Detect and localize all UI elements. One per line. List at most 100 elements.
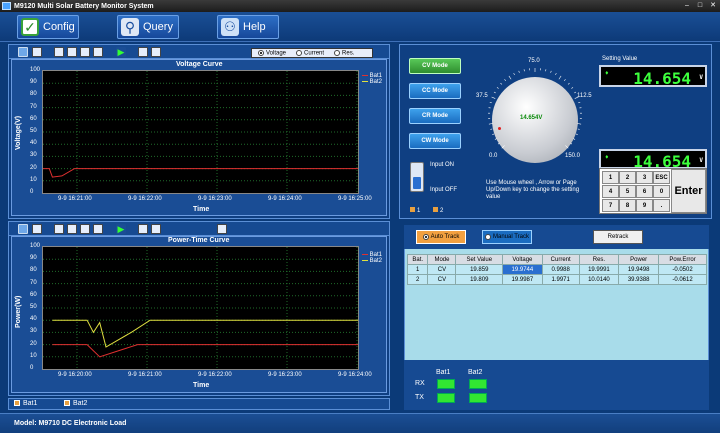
table-cell: 1 bbox=[406, 264, 429, 275]
y-tick-label: 40 bbox=[30, 140, 37, 147]
close-icon[interactable]: ✕ bbox=[708, 1, 718, 10]
voltage-plot-svg bbox=[43, 71, 358, 193]
rx-label: RX bbox=[415, 380, 425, 387]
keypad-key[interactable]: 9 bbox=[636, 199, 653, 212]
user-help-icon: ⚇ bbox=[221, 18, 239, 36]
table-header: Pow.Error bbox=[658, 254, 707, 265]
help-label: Help bbox=[243, 21, 266, 33]
comm-bat1-label: Bat1 bbox=[436, 369, 451, 376]
retrack-button[interactable]: Retrack bbox=[593, 230, 643, 244]
voltage-radio[interactable]: Voltage bbox=[258, 49, 286, 56]
bat1-tab[interactable]: Bat1 bbox=[14, 400, 37, 407]
zoom-x-icon[interactable] bbox=[67, 47, 77, 57]
cc-mode-button[interactable]: CC Mode bbox=[409, 83, 461, 99]
help-button[interactable]: ⚇ Help bbox=[217, 15, 279, 39]
keypad-key[interactable]: 3 bbox=[636, 171, 653, 184]
maximize-icon[interactable]: □ bbox=[695, 1, 705, 10]
table-cell: -0.0612 bbox=[658, 274, 707, 285]
zoom-out-icon[interactable] bbox=[93, 47, 103, 57]
zoom-out-icon[interactable] bbox=[93, 224, 103, 234]
comm-bat2-label: Bat2 bbox=[468, 369, 483, 376]
print-icon[interactable] bbox=[138, 224, 148, 234]
dial-tick bbox=[577, 123, 582, 125]
y-tick-label: 0 bbox=[30, 189, 34, 195]
save-icon[interactable] bbox=[151, 224, 161, 234]
x-tick-label: 9-9 16:20:00 bbox=[58, 372, 92, 378]
enter-key[interactable]: Enter bbox=[671, 169, 706, 213]
table-header: Bat. bbox=[406, 254, 429, 265]
fit-icon[interactable] bbox=[217, 224, 227, 234]
query-button[interactable]: ⚲ Query bbox=[117, 15, 179, 39]
query-label: Query bbox=[143, 21, 173, 33]
y-tick-label: 90 bbox=[30, 255, 37, 262]
fit-icon[interactable] bbox=[32, 47, 42, 57]
x-tick-label: 9-9 16:25:00 bbox=[338, 196, 372, 202]
minimize-icon[interactable]: – bbox=[682, 1, 692, 10]
cv-mode-button[interactable]: CV Mode bbox=[409, 58, 461, 74]
channel-1[interactable]: 1 bbox=[410, 207, 420, 214]
dial-scale-37: 37.5 bbox=[476, 93, 488, 99]
bat2-tab[interactable]: Bat2 bbox=[64, 400, 87, 407]
keypad-key[interactable]: 7 bbox=[602, 199, 619, 212]
keypad-key[interactable]: 4 bbox=[602, 185, 619, 198]
zoom-y-icon[interactable] bbox=[80, 224, 90, 234]
play-icon[interactable]: ▶ bbox=[116, 224, 126, 234]
res-radio[interactable]: Res. bbox=[334, 49, 354, 56]
keypad-key[interactable]: . bbox=[653, 199, 670, 212]
print-icon[interactable] bbox=[138, 47, 148, 57]
keypad-key[interactable]: 8 bbox=[619, 199, 636, 212]
play-icon[interactable]: ▶ bbox=[116, 47, 126, 57]
x-tick-label: 9-9 16:24:00 bbox=[338, 372, 372, 378]
table-cell: 19.809 bbox=[455, 274, 504, 285]
table-row[interactable]: 1 CV 19.859 19.9744 0.9988 19.9991 19.9498 -0.0… bbox=[406, 264, 707, 275]
grid-icon[interactable] bbox=[18, 47, 28, 57]
fit-icon[interactable] bbox=[32, 224, 42, 234]
dial-tick bbox=[555, 72, 557, 76]
table-cell: 2 bbox=[406, 274, 429, 285]
cw-mode-button[interactable]: CW Mode bbox=[409, 133, 461, 149]
table-cell: CV bbox=[427, 264, 457, 275]
cr-mode-button[interactable]: CR Mode bbox=[409, 108, 461, 124]
zoom-y-icon[interactable] bbox=[80, 47, 90, 57]
channel-2[interactable]: 2 bbox=[433, 207, 443, 214]
table-header: Res. bbox=[578, 254, 620, 265]
measure-radio-group: Voltage Current Res. bbox=[251, 48, 373, 58]
zoom-in-icon[interactable] bbox=[54, 47, 64, 57]
title-bar: M9120 Multi Solar Battery Monitor System… bbox=[0, 0, 720, 12]
dial-tick bbox=[565, 145, 569, 149]
magnifier-icon: ⚲ bbox=[121, 18, 139, 36]
save-icon[interactable] bbox=[151, 47, 161, 57]
y-tick-label: 100 bbox=[30, 243, 41, 249]
keypad-key[interactable]: ESC bbox=[653, 171, 670, 184]
grid-icon[interactable] bbox=[18, 224, 28, 234]
dial-ticks bbox=[488, 68, 582, 149]
x-tick-label: 9-9 16:23:00 bbox=[198, 196, 232, 202]
current-radio[interactable]: Current bbox=[296, 49, 324, 56]
table-header: Power bbox=[618, 254, 660, 265]
keypad-key[interactable]: 2 bbox=[619, 171, 636, 184]
zoom-in-icon[interactable] bbox=[54, 224, 64, 234]
zoom-x-icon[interactable] bbox=[67, 224, 77, 234]
legend-bat2: Bat2 bbox=[362, 79, 382, 85]
table-cell: 1.9971 bbox=[541, 274, 580, 285]
voltage-plot-area[interactable] bbox=[42, 70, 359, 194]
table-row[interactable]: 2 CV 19.809 19.9987 1.9971 10.0140 39.9388 -0.0… bbox=[406, 274, 707, 285]
y-tick-label: 80 bbox=[30, 267, 37, 274]
x-tick-label: 9-9 16:21:00 bbox=[128, 372, 162, 378]
input-toggle-switch[interactable] bbox=[410, 162, 424, 192]
manual-track-radio[interactable]: Manual Track bbox=[482, 230, 532, 244]
keypad-key[interactable]: 1 bbox=[602, 171, 619, 184]
y-tick-label: 70 bbox=[30, 103, 37, 110]
keypad-key[interactable]: 0 bbox=[653, 185, 670, 198]
power-plot-area[interactable] bbox=[42, 246, 359, 370]
config-label: Config bbox=[43, 21, 75, 33]
dial-tick bbox=[571, 87, 574, 89]
y-tick-label: 50 bbox=[30, 128, 37, 134]
table-cell: 10.0140 bbox=[578, 274, 620, 285]
config-button[interactable]: ✓ Config bbox=[17, 15, 79, 39]
auto-track-radio[interactable]: Auto Track bbox=[416, 230, 466, 244]
dial-tick bbox=[494, 138, 497, 140]
keypad-key[interactable]: 6 bbox=[636, 185, 653, 198]
keypad-key[interactable]: 5 bbox=[619, 185, 636, 198]
x-tick-label: 9-9 16:24:00 bbox=[268, 196, 302, 202]
